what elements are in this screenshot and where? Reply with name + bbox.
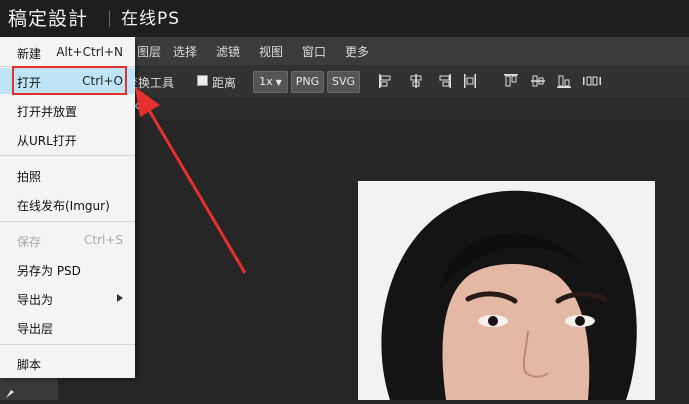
menu-item-label: 另存为 PSD: [17, 264, 81, 278]
align-left-icon[interactable]: [378, 73, 394, 89]
menu-item-take-photo[interactable]: 拍照: [0, 162, 135, 188]
menu-item-new[interactable]: 新建 Alt+Ctrl+N: [0, 39, 135, 65]
submenu-arrow-icon: [117, 294, 123, 302]
menu-item-open-place[interactable]: 打开并放置: [0, 97, 135, 123]
brand-divider: [109, 10, 110, 27]
menu-item-export-as[interactable]: 导出为: [0, 285, 135, 311]
export-svg-button[interactable]: SVG: [327, 71, 360, 93]
menu-view[interactable]: 视图: [259, 43, 283, 60]
menu-item-publish-imgur[interactable]: 在线发布(Imgur): [0, 191, 135, 217]
menu-item-save: 保存 Ctrl+S: [0, 227, 135, 253]
menu-item-shortcut: Ctrl+S: [83, 233, 123, 247]
menu-window[interactable]: 窗口: [302, 43, 326, 60]
menu-item-export-layers[interactable]: 导出层: [0, 314, 135, 340]
align-right-icon[interactable]: [436, 73, 452, 89]
menu-item-label: 新建: [17, 47, 42, 61]
app-title: 在线PS: [121, 9, 181, 29]
canvas-image[interactable]: [358, 181, 655, 400]
align-distribute-h-icon[interactable]: [462, 73, 478, 89]
align-bottom-icon[interactable]: [556, 73, 572, 89]
align-distribute-v-icon[interactable]: [582, 73, 602, 89]
menu-divider: [0, 155, 135, 156]
chevron-down-icon: ▼: [275, 78, 282, 87]
annotation-arrow-icon: [135, 87, 247, 274]
brand-logo: 稿定設計: [8, 8, 89, 30]
align-middle-v-icon[interactable]: [530, 73, 546, 89]
export-png-button[interactable]: PNG: [291, 71, 324, 93]
menu-item-label: 打开并放置: [17, 105, 78, 119]
portrait-photo: [358, 181, 655, 400]
tools-panel: [0, 378, 58, 400]
scale-select[interactable]: 1x ▼: [253, 71, 288, 93]
menu-item-label: 脚本: [17, 358, 42, 372]
menu-more[interactable]: 更多: [345, 43, 369, 60]
menu-divider: [0, 344, 135, 345]
menu-select[interactable]: 选择: [173, 43, 197, 60]
align-center-h-icon[interactable]: [408, 73, 424, 89]
menu-item-label: 导出为: [17, 293, 54, 307]
menu-item-label: 导出层: [17, 322, 54, 336]
menu-item-script[interactable]: 脚本: [0, 350, 135, 376]
annotation-highlight-box: [12, 66, 127, 95]
menu-item-label: 从URL打开: [17, 134, 77, 148]
menu-filter[interactable]: 滤镜: [216, 43, 240, 60]
menu-item-save-psd[interactable]: 另存为 PSD: [0, 256, 135, 282]
scale-value: 1x: [259, 75, 273, 88]
title-bar: 稿定設計 在线PS: [0, 0, 689, 37]
menu-item-label: 在线发布(Imgur): [17, 199, 110, 213]
brush-icon[interactable]: [0, 378, 58, 400]
menu-item-shortcut: Alt+Ctrl+N: [56, 45, 123, 59]
menu-item-label: 保存: [17, 235, 42, 249]
menu-item-label: 拍照: [17, 170, 42, 184]
menu-item-open-url[interactable]: 从URL打开: [0, 126, 135, 152]
align-top-icon[interactable]: [503, 73, 519, 89]
menu-layer[interactable]: 图层: [137, 43, 161, 60]
menu-divider: [0, 221, 135, 222]
